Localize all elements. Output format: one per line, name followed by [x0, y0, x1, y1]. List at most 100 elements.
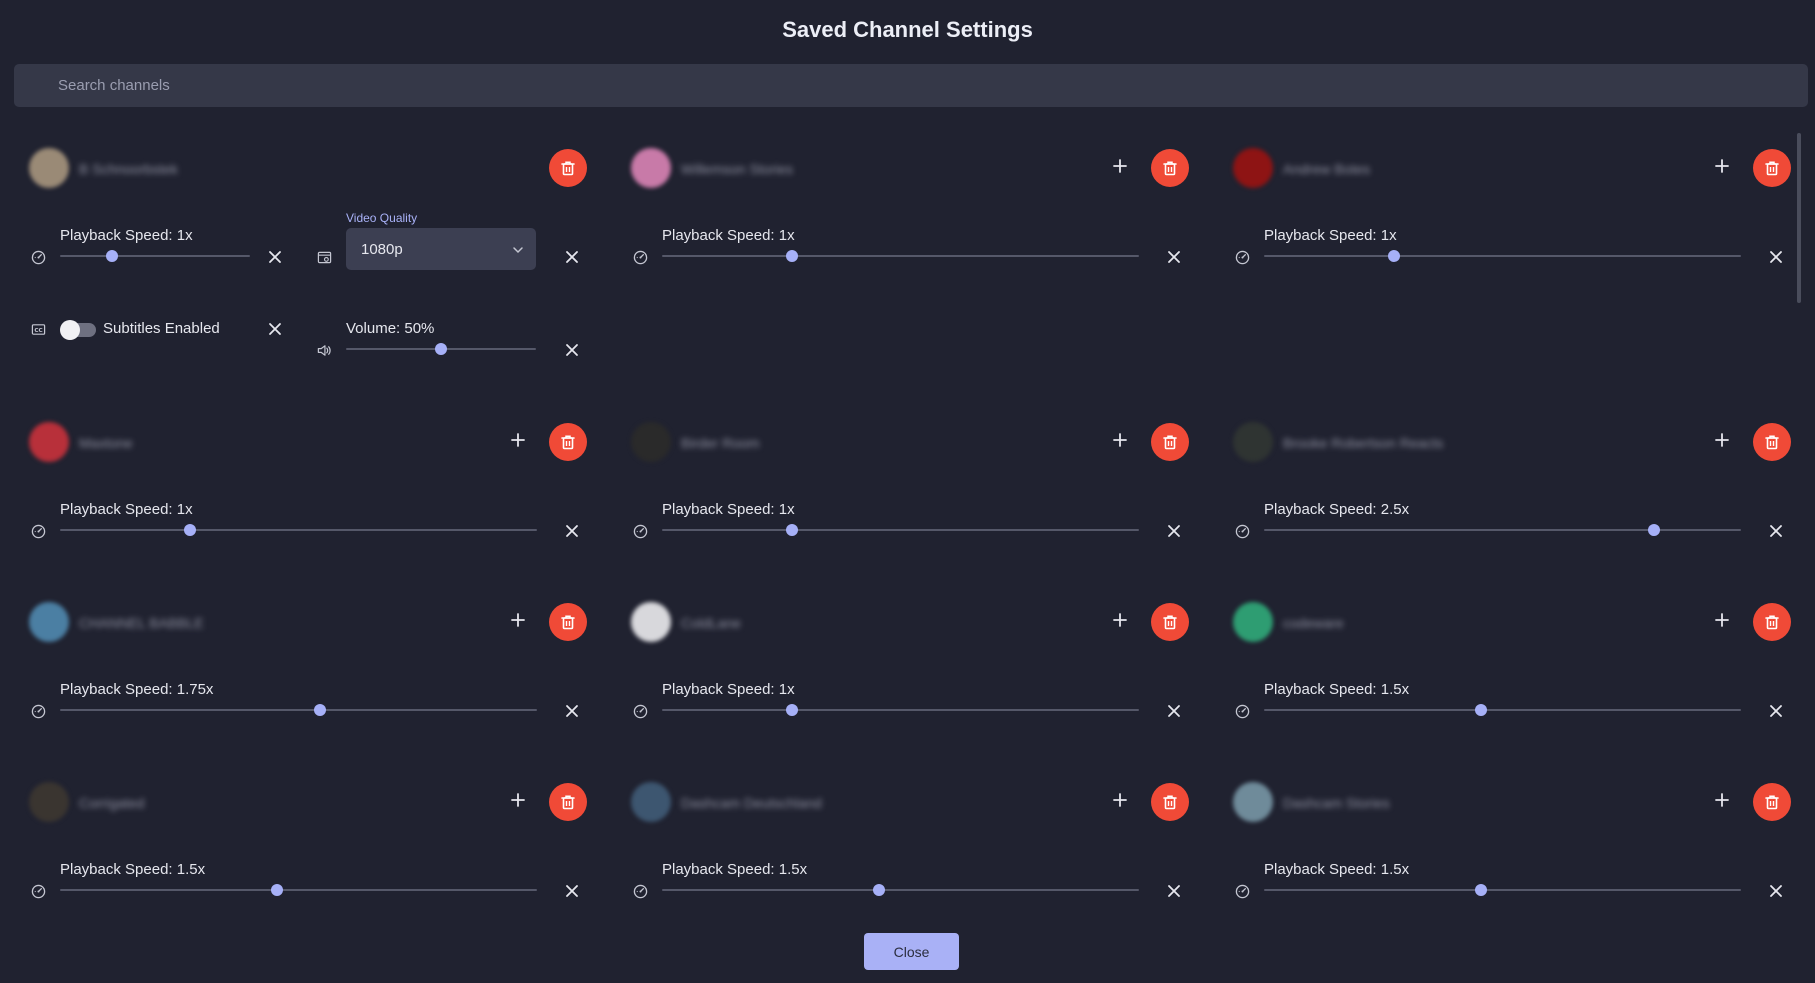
avatar — [29, 148, 69, 188]
add-setting-button[interactable] — [1108, 790, 1132, 814]
remove-setting-button[interactable] — [563, 702, 581, 720]
remove-setting-button[interactable] — [1767, 702, 1785, 720]
playback-speed-slider[interactable] — [662, 524, 1139, 536]
remove-setting-button[interactable] — [1767, 522, 1785, 540]
add-setting-button[interactable] — [1710, 430, 1734, 454]
plus-icon — [510, 612, 526, 633]
trash-icon — [1161, 159, 1179, 177]
delete-channel-button[interactable] — [1753, 603, 1791, 641]
delete-channel-button[interactable] — [549, 149, 587, 187]
add-setting-button[interactable] — [1710, 790, 1734, 814]
slider-thumb[interactable] — [1474, 884, 1487, 896]
avatar — [631, 602, 671, 642]
remove-setting-button[interactable] — [563, 882, 581, 900]
playback-speed-label: Playback Speed: 1x — [662, 681, 795, 698]
channel-card: Birder Room Playback Speed: 1x — [631, 422, 1191, 552]
slider-thumb[interactable] — [872, 884, 885, 896]
slider-thumb[interactable] — [786, 524, 799, 536]
close-icon — [565, 343, 579, 357]
gauge-icon — [1233, 702, 1251, 720]
close-button[interactable]: Close — [864, 933, 959, 970]
subtitles-toggle[interactable] — [60, 320, 96, 340]
add-setting-button[interactable] — [1108, 156, 1132, 180]
add-setting-button[interactable] — [506, 790, 530, 814]
delete-channel-button[interactable] — [549, 603, 587, 641]
playback-speed-slider[interactable] — [1264, 884, 1741, 896]
delete-channel-button[interactable] — [1753, 783, 1791, 821]
remove-setting-button[interactable] — [266, 320, 284, 338]
delete-channel-button[interactable] — [1151, 149, 1189, 187]
add-setting-button[interactable] — [1108, 610, 1132, 634]
channel-name: Dashcam Deutschland — [681, 795, 822, 811]
avatar — [1233, 422, 1273, 462]
remove-setting-button[interactable] — [1165, 522, 1183, 540]
channel-card: B Schnoorbstek Playback Speed: 1x Video Qu… — [29, 148, 589, 388]
playback-speed-slider[interactable] — [662, 704, 1139, 716]
playback-speed-slider[interactable] — [662, 884, 1139, 896]
slider-thumb[interactable] — [270, 884, 283, 896]
trash-icon — [1161, 793, 1179, 811]
slider-thumb[interactable] — [1648, 524, 1661, 536]
search-input[interactable] — [14, 64, 1808, 107]
remove-setting-button[interactable] — [1165, 882, 1183, 900]
playback-speed-slider[interactable] — [1264, 250, 1741, 262]
close-icon — [1769, 250, 1783, 264]
playback-speed-slider[interactable] — [60, 704, 537, 716]
channel-card: Dashcam Stories Playback Speed: 1.5x — [1233, 782, 1793, 912]
scrollbar[interactable] — [1797, 133, 1801, 303]
delete-channel-button[interactable] — [1753, 423, 1791, 461]
gauge-icon — [29, 522, 47, 540]
playback-speed-slider[interactable] — [1264, 704, 1741, 716]
delete-channel-button[interactable] — [1753, 149, 1791, 187]
delete-channel-button[interactable] — [1151, 603, 1189, 641]
video-quality-setting: Video Quality 1080p — [315, 211, 585, 271]
channel-header: Maxtone — [29, 422, 589, 462]
channel-card: CHANNEL BABBLE Playback Speed: 1.75x — [29, 602, 589, 732]
playback-speed-slider[interactable] — [60, 524, 537, 536]
remove-setting-button[interactable] — [1767, 248, 1785, 266]
remove-setting-button[interactable] — [563, 248, 581, 266]
slider-thumb[interactable] — [184, 524, 197, 536]
slider-thumb[interactable] — [1388, 250, 1401, 262]
video-quality-select[interactable]: 1080p — [346, 228, 536, 270]
add-setting-button[interactable] — [1710, 610, 1734, 634]
volume-slider[interactable] — [346, 343, 536, 355]
video-quality-caption: Video Quality — [346, 211, 418, 225]
remove-setting-button[interactable] — [563, 341, 581, 359]
delete-channel-button[interactable] — [1151, 783, 1189, 821]
playback-speed-setting: Playback Speed: 1.75x — [29, 681, 578, 721]
slider-thumb[interactable] — [314, 704, 327, 716]
playback-speed-slider[interactable] — [1264, 524, 1741, 536]
slider-thumb[interactable] — [435, 343, 447, 355]
delete-channel-button[interactable] — [549, 423, 587, 461]
playback-speed-slider[interactable] — [60, 884, 537, 896]
playback-speed-slider[interactable] — [662, 250, 1139, 262]
slider-thumb[interactable] — [786, 250, 799, 262]
playback-speed-setting: Playback Speed: 1.5x — [29, 861, 578, 901]
playback-speed-slider[interactable] — [60, 250, 250, 262]
channel-name: CHANNEL BABBLE — [79, 615, 204, 631]
add-setting-button[interactable] — [1710, 156, 1734, 180]
subtitles-setting: CC Subtitles Enabled — [29, 319, 299, 359]
playback-speed-label: Playback Speed: 1x — [1264, 227, 1397, 244]
remove-setting-button[interactable] — [563, 522, 581, 540]
channel-name: Maxtone — [79, 435, 133, 451]
plus-icon — [510, 432, 526, 453]
channel-header: Birder Room — [631, 422, 1191, 462]
channel-card: Maxtone Playback Speed: 1x — [29, 422, 589, 552]
add-setting-button[interactable] — [506, 430, 530, 454]
slider-thumb[interactable] — [1474, 704, 1487, 716]
delete-channel-button[interactable] — [1151, 423, 1189, 461]
add-setting-button[interactable] — [506, 610, 530, 634]
plus-icon — [1112, 432, 1128, 453]
remove-setting-button[interactable] — [1165, 702, 1183, 720]
add-setting-button[interactable] — [1108, 430, 1132, 454]
slider-thumb[interactable] — [105, 250, 118, 262]
delete-channel-button[interactable] — [549, 783, 587, 821]
slider-thumb[interactable] — [786, 704, 799, 716]
remove-setting-button[interactable] — [1767, 882, 1785, 900]
playback-speed-label: Playback Speed: 1.75x — [60, 681, 214, 698]
svg-text:CC: CC — [34, 327, 42, 333]
remove-setting-button[interactable] — [1165, 248, 1183, 266]
remove-setting-button[interactable] — [266, 248, 284, 266]
